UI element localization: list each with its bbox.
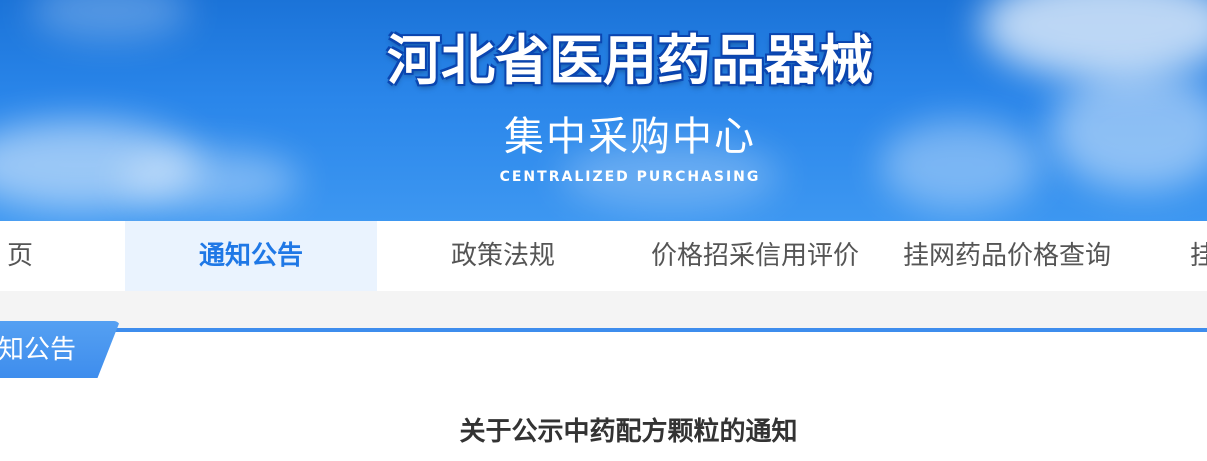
nav-item-home[interactable]: 页	[0, 221, 50, 291]
nav-item-notices[interactable]: 通知公告	[125, 221, 377, 291]
cloud-decoration	[120, 150, 300, 210]
nav-item-policies[interactable]: 政策法规	[377, 221, 629, 291]
site-subtitle: 集中采购中心	[504, 114, 756, 160]
site-subtitle-english: CENTRALIZED PURCHASING	[499, 169, 761, 185]
cloud-decoration	[30, 0, 190, 40]
header-banner: 河北省医用药品器械 集中采购中心 CENTRALIZED PURCHASING	[0, 0, 1207, 221]
section-label: 知公告	[0, 335, 77, 365]
site-title: 河北省医用药品器械	[387, 29, 873, 92]
cloud-decoration	[1050, 70, 1207, 190]
nav-item-next[interactable]: 挂	[1190, 221, 1207, 291]
cloud-decoration	[980, 0, 1207, 80]
main-nav: 页 通知公告 政策法规 价格招采信用评价 挂网药品价格查询 挂	[0, 221, 1207, 291]
nav-item-price-credit[interactable]: 价格招采信用评价	[629, 221, 881, 291]
section-divider	[0, 328, 1207, 332]
cloud-decoration	[880, 120, 1040, 210]
nav-item-drug-price-query[interactable]: 挂网药品价格查询	[881, 221, 1133, 291]
article-title: 关于公示中药配方颗粒的通知	[459, 417, 798, 447]
section-strip	[0, 291, 1207, 331]
